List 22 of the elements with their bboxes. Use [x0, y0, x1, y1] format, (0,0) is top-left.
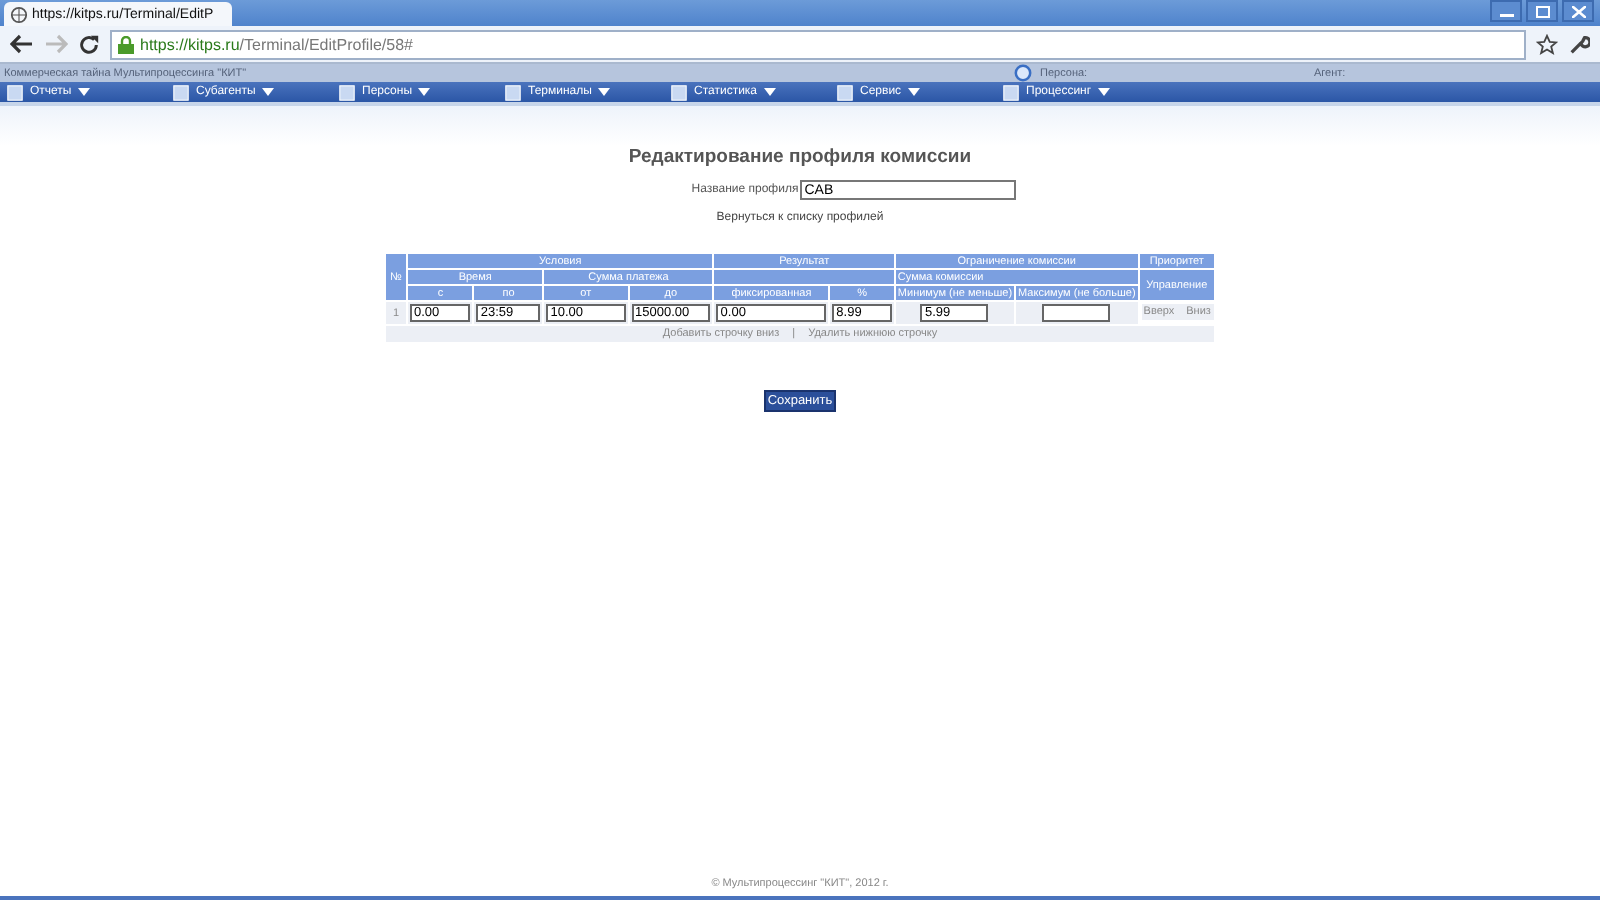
star-icon[interactable]: [1536, 33, 1558, 55]
caret-icon: [1097, 88, 1110, 96]
caret-icon: [597, 88, 610, 96]
address-field[interactable]: https://kitps.ru/Terminal/EditProfile/58#: [110, 29, 1526, 59]
back-icon[interactable]: [10, 34, 34, 54]
globe-icon: [10, 5, 28, 23]
caret-icon: [261, 88, 274, 96]
close-icon: [1571, 5, 1585, 17]
reload-icon[interactable]: [78, 33, 100, 55]
caret-icon: [907, 88, 920, 96]
caret-icon: [77, 88, 90, 96]
caret-icon: [763, 88, 776, 96]
circle-icon: [1014, 64, 1032, 82]
maximize-icon: [1535, 5, 1549, 17]
close-button[interactable]: [1562, 0, 1594, 22]
table-input[interactable]: [1042, 304, 1111, 322]
page-title: Редактирование профиля комиссии: [628, 146, 972, 168]
minimize-button[interactable]: [1490, 0, 1522, 22]
caret-icon: [418, 88, 431, 96]
wrench-icon[interactable]: [1568, 33, 1590, 55]
maximize-button[interactable]: [1526, 0, 1558, 22]
lock-icon: [118, 35, 134, 53]
